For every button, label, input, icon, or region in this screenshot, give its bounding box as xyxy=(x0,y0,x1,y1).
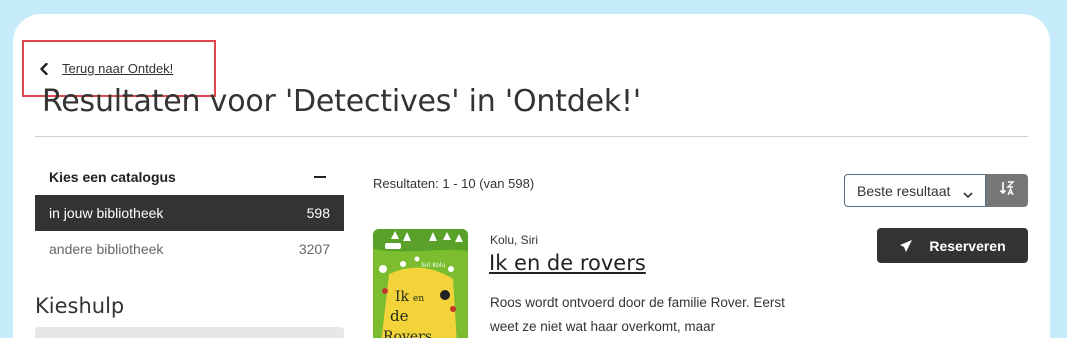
reserve-button[interactable]: Reserveren xyxy=(877,228,1028,263)
catalog-item-label: andere bibliotheek xyxy=(49,241,164,257)
catalog-item-label: in jouw bibliotheek xyxy=(49,205,164,221)
kieshulp-panel xyxy=(35,327,344,338)
catalog-item-count: 598 xyxy=(306,205,330,221)
chevron-down-icon xyxy=(963,186,973,202)
catalog-heading[interactable]: Kies een catalogus xyxy=(35,160,344,194)
page-title: Resultaten voor 'Detectives' in 'Ontdek!… xyxy=(42,84,641,119)
kieshulp-heading: Kieshulp xyxy=(35,294,125,318)
catalog-item-andere-bibliotheek[interactable]: andere bibliotheek 3207 xyxy=(35,231,344,267)
svg-text:Siri Kolu: Siri Kolu xyxy=(421,262,445,269)
sort-select-value: Beste resultaat xyxy=(857,182,951,199)
svg-text:Ik: Ik xyxy=(395,289,410,305)
back-link[interactable]: Terug naar Ontdek! xyxy=(62,61,173,76)
book-author: Kolu, Siri xyxy=(490,233,539,247)
reserve-button-label: Reserveren xyxy=(929,237,1006,254)
sort-order-button[interactable] xyxy=(986,174,1028,207)
svg-text:Rovers: Rovers xyxy=(383,329,432,338)
catalog-item-jouw-bibliotheek[interactable]: in jouw bibliotheek 598 xyxy=(35,195,344,231)
minus-icon[interactable] xyxy=(314,176,326,178)
catalog-heading-label: Kies een catalogus xyxy=(49,169,176,185)
paper-plane-icon xyxy=(899,239,913,253)
sort-order-icon xyxy=(999,180,1015,201)
chevron-left-icon xyxy=(40,62,52,75)
result-count: Resultaten: 1 - 10 (van 598) xyxy=(373,176,535,191)
book-title-link[interactable]: Ik en de rovers xyxy=(489,251,646,275)
divider xyxy=(35,136,1028,137)
catalog-item-count: 3207 xyxy=(298,241,330,257)
svg-text:de: de xyxy=(390,307,409,325)
book-cover-image[interactable]: Ik en de Rovers Siri Kolu xyxy=(373,229,468,338)
svg-text:en: en xyxy=(413,294,424,304)
book-description: Roos wordt ontvoerd door de familie Rove… xyxy=(490,295,785,334)
sort-select[interactable]: Beste resultaat xyxy=(844,174,986,207)
